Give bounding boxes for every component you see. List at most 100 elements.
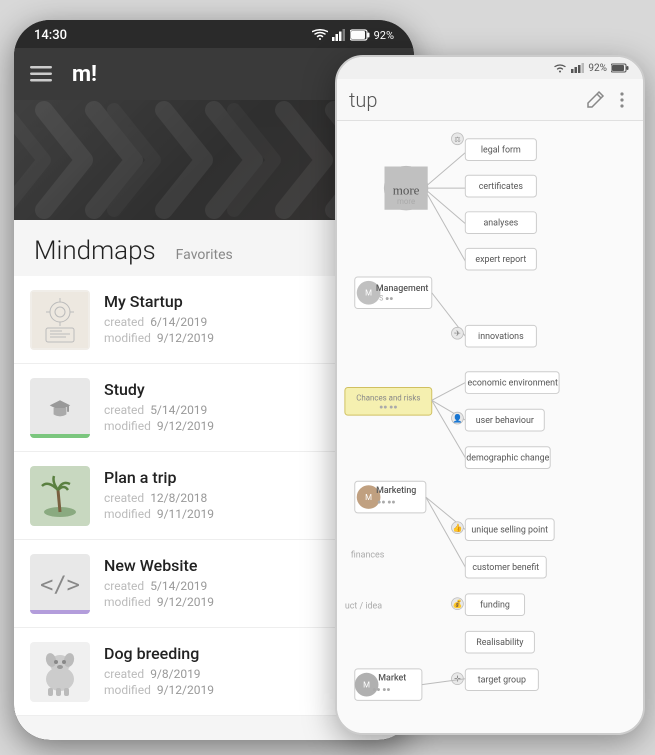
svg-text:target group: target group — [478, 676, 526, 686]
wifi-icon — [312, 29, 328, 41]
svg-text:Realisability: Realisability — [476, 638, 524, 648]
svg-text:more: more — [397, 197, 415, 206]
signal-icon — [332, 29, 346, 41]
modified-label: modified — [104, 683, 151, 697]
item-title: Study — [104, 380, 344, 399]
svg-text:unique selling point: unique selling point — [471, 526, 548, 536]
item-thumbnail — [30, 290, 90, 350]
created-date: 9/8/2019 — [150, 667, 200, 681]
modified-date: 9/12/2019 — [157, 419, 214, 433]
svg-text:👤: 👤 — [453, 413, 463, 423]
svg-text:finances: finances — [351, 550, 385, 560]
svg-text:</>: </> — [40, 573, 80, 598]
created-label: created — [104, 579, 144, 593]
created-label: created — [104, 667, 144, 681]
item-info: Plan a trip created 12/8/2018 modified 9… — [104, 468, 344, 523]
modified-date: 9/11/2019 — [157, 507, 214, 521]
modified-label: modified — [104, 595, 151, 609]
item-title: Dog breeding — [104, 644, 344, 663]
item-info: Study created 5/14/2019 modified 9/12/20… — [104, 380, 344, 435]
toolbar-right: tup — [337, 79, 643, 121]
item-thumbnail — [30, 466, 90, 526]
item-thumbnail: </> — [30, 554, 90, 614]
item-title: My Startup — [104, 292, 344, 311]
mindmap-area: more legal form ⚖ certificates analyses — [337, 121, 643, 733]
item-title: Plan a trip — [104, 468, 344, 487]
color-bar-green — [30, 434, 90, 438]
item-title: New Website — [104, 556, 344, 575]
svg-text:certificates: certificates — [479, 182, 524, 192]
mindmap-title: tup — [349, 88, 585, 112]
modified-date: 9/12/2019 — [157, 595, 214, 609]
mindmap-svg: more legal form ⚖ certificates analyses — [337, 121, 643, 733]
svg-text:innovations: innovations — [478, 332, 524, 342]
status-time: 14:30 — [34, 28, 67, 43]
item-info: Dog breeding created 9/8/2019 modified 9… — [104, 644, 344, 699]
battery-icon — [350, 29, 370, 41]
app-logo: m! — [72, 62, 97, 87]
created-label: created — [104, 403, 144, 417]
svg-text:user behaviour: user behaviour — [476, 416, 534, 426]
created-label: created — [104, 491, 144, 505]
svg-text:💰: 💰 — [453, 599, 463, 609]
item-modified: modified 9/12/2019 — [104, 331, 344, 345]
edit-icon[interactable] — [585, 90, 605, 110]
modified-date: 9/12/2019 — [157, 683, 214, 697]
svg-text:M: M — [365, 289, 372, 298]
scene: 14:30 — [0, 0, 655, 755]
phone-right: 92% tup — [335, 55, 645, 735]
status-bar-right: 92% — [337, 57, 643, 79]
battery-text-right: 92% — [588, 63, 607, 74]
modified-label: modified — [104, 419, 151, 433]
item-created: created 12/8/2018 — [104, 491, 344, 505]
svg-text:expert report: expert report — [475, 255, 526, 265]
svg-text:●● ●●: ●● ●● — [372, 686, 390, 694]
item-created: created 6/14/2019 — [104, 315, 344, 329]
svg-text:analyses: analyses — [483, 219, 518, 229]
created-label: created — [104, 315, 144, 329]
svg-text:S ●●: S ●● — [379, 295, 393, 303]
wifi-icon-right — [553, 63, 567, 73]
favorites-tab[interactable]: Favorites — [176, 247, 233, 263]
color-bar-purple — [30, 610, 90, 614]
created-date: 5/14/2019 — [150, 579, 207, 593]
status-icons: 92% — [312, 29, 394, 42]
status-bar-left: 14:30 — [14, 20, 414, 48]
item-created: created 9/8/2019 — [104, 667, 344, 681]
more-vertical-icon-right[interactable] — [613, 91, 631, 109]
modified-date: 9/12/2019 — [157, 331, 214, 345]
svg-text:Chances and risks: Chances and risks — [356, 393, 420, 402]
svg-text:👍: 👍 — [453, 523, 463, 533]
created-date: 6/14/2019 — [150, 315, 207, 329]
svg-text:Marketing: Marketing — [376, 486, 416, 496]
svg-text:Management: Management — [376, 284, 428, 294]
item-modified: modified 9/11/2019 — [104, 507, 344, 521]
battery-icon-right — [611, 63, 629, 73]
item-info: My Startup created 6/14/2019 modified 9/… — [104, 292, 344, 347]
battery-text: 92% — [374, 29, 394, 42]
svg-text:customer benefit: customer benefit — [472, 563, 539, 573]
item-created: created 5/14/2019 — [104, 403, 344, 417]
signal-icon-right — [571, 63, 584, 73]
modified-label: modified — [104, 507, 151, 521]
svg-text:legal form: legal form — [481, 146, 521, 156]
svg-text:demographic change: demographic change — [466, 454, 549, 464]
item-thumbnail — [30, 378, 90, 438]
item-thumbnail — [30, 642, 90, 702]
svg-text:uct / idea: uct / idea — [345, 602, 382, 612]
svg-text:●● ●●: ●● ●● — [377, 498, 395, 506]
item-created: created 5/14/2019 — [104, 579, 344, 593]
section-title: Mindmaps — [34, 236, 156, 266]
item-modified: modified 9/12/2019 — [104, 683, 344, 697]
created-date: 5/14/2019 — [150, 403, 207, 417]
created-date: 12/8/2018 — [150, 491, 207, 505]
svg-text:Market: Market — [378, 674, 406, 684]
item-modified: modified 9/12/2019 — [104, 419, 344, 433]
svg-text:funding: funding — [480, 601, 510, 611]
svg-text:M: M — [365, 493, 372, 502]
svg-text:⚖: ⚖ — [454, 136, 460, 144]
hamburger-icon[interactable] — [30, 66, 52, 82]
svg-text:●● ●●: ●● ●● — [379, 403, 397, 411]
item-info: New Website created 5/14/2019 modified 9… — [104, 556, 344, 611]
item-modified: modified 9/12/2019 — [104, 595, 344, 609]
